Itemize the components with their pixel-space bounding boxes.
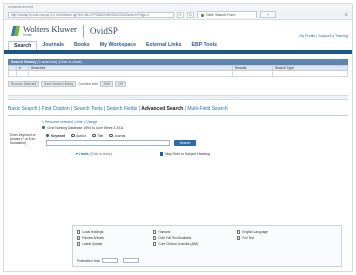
header-divider — [82, 24, 84, 38]
col-searches: Searches — [29, 66, 233, 70]
search-type-options: Keyword Author Title Journal — [46, 133, 196, 138]
search-history-note: (0 searches) (Click to close) — [37, 60, 82, 64]
limits-grid: Local Holdings Humans English Language R… — [77, 230, 289, 246]
brand-sub: Health — [23, 32, 33, 37]
tab-search-fields[interactable]: Search Fields — [107, 106, 138, 112]
publication-year-row: Publication Year - — [77, 258, 139, 263]
section-separator — [8, 95, 348, 100]
limit-full-text[interactable]: Full Text — [237, 236, 289, 240]
limits-panel: Local Holdings Humans English Language R… — [72, 225, 342, 267]
combine-and-button[interactable]: AND — [100, 80, 114, 87]
refresh-icon[interactable]: ↻ — [187, 11, 194, 18]
col-search-type: Search Type — [275, 66, 294, 70]
tab-multi-field-search[interactable]: Multi-Field Search — [187, 106, 227, 112]
limit-local-holdings[interactable]: Local Holdings — [77, 230, 133, 234]
brand: Wolters Kluwer Health — [23, 25, 77, 37]
limit-review-articles[interactable]: Review Articles — [77, 236, 133, 240]
main-nav: Search Journals Books My Workspace Exter… — [4, 41, 352, 54]
tab-find-citation[interactable]: Find Citation — [42, 106, 70, 112]
publication-year-label: Publication Year — [77, 258, 100, 263]
keyword-search-row: Enter keyword or phrase (* or $ for trun… — [10, 133, 352, 146]
tab-label: Ovid: Search Form — [206, 13, 236, 17]
enter-keyword-label: Enter keyword or phrase (* or $ for trun… — [10, 133, 36, 145]
limit-ovid-full-text[interactable]: Ovid Full Text Available — [153, 236, 217, 240]
stop-icon[interactable]: ✕ — [177, 11, 184, 18]
col-results: Results — [233, 66, 273, 70]
combine-label: Combine with: — [78, 81, 99, 86]
limit-latest-update[interactable]: Latest Update — [77, 242, 133, 246]
nav-external-links[interactable]: External Links — [141, 41, 186, 50]
limits-toggle[interactable]: ▾ Limits (Click to close) — [76, 152, 112, 156]
nav-books[interactable]: Books — [69, 41, 95, 50]
option-title[interactable]: Title — [92, 134, 103, 138]
tab-basic-search[interactable]: Basic Search — [8, 106, 37, 112]
search-input[interactable] — [46, 140, 170, 146]
wolters-kluwer-logo-icon — [10, 26, 21, 36]
browser-toolbar: http://ovidsp.tx.ovid.com/sp-3.2.1b/ovid… — [4, 10, 352, 20]
select-all-checkbox[interactable] — [9, 66, 17, 70]
limits-row: ▾ Limits (Click to close) Map Term to Su… — [76, 151, 352, 157]
selected-database[interactable]: Ovid Nursing Database 1994 to June Week … — [42, 125, 352, 130]
option-journal[interactable]: Journal — [109, 134, 125, 138]
database-label: Ovid Nursing Database 1994 to June Week … — [47, 125, 124, 130]
site-header: Wolters Kluwer Health OvidSP My Profile … — [4, 20, 352, 42]
close-window-icon[interactable]: ✕ — [345, 12, 348, 17]
remove-selected-button[interactable]: Remove Selected — [8, 80, 40, 87]
year-to-select[interactable] — [122, 258, 139, 263]
limit-humans[interactable]: Humans — [153, 230, 217, 234]
col-number: # — [17, 66, 29, 70]
nav-ebp-tools[interactable]: EBP Tools — [187, 41, 222, 50]
database-radio-icon[interactable] — [42, 125, 46, 130]
favicon-icon — [201, 13, 204, 17]
search-mode-tabs: Basic Search | Find Citation | Search To… — [8, 106, 228, 112]
limit-core-clinical-journals[interactable]: Core Clinical Journals (AIM) — [153, 242, 217, 246]
map-term-checkbox[interactable]: Map Term to Subject Heading — [159, 152, 210, 156]
nav-journals[interactable]: Journals — [37, 41, 69, 50]
utility-links[interactable]: My Profile | Support & Training — [299, 34, 348, 38]
nav-my-workspace[interactable]: My Workspace — [95, 41, 141, 50]
tab-search-tools[interactable]: Search Tools — [74, 106, 103, 112]
product-name: OvidSP — [89, 26, 118, 36]
window-title: ovidsearch/ovid — [8, 5, 33, 9]
search-button[interactable]: Search — [174, 140, 196, 146]
tab-advanced-search[interactable]: Advanced Search — [141, 106, 183, 112]
nav-search[interactable]: Search — [8, 41, 38, 50]
table-row — [8, 71, 348, 77]
search-history-actions: Remove Selected Save Search History Comb… — [8, 80, 348, 87]
option-author[interactable]: Author — [71, 134, 86, 138]
save-search-history-button[interactable]: Save Search History — [41, 80, 77, 87]
new-tab-button[interactable]: + — [260, 11, 276, 18]
limit-english-language[interactable]: English Language — [237, 230, 289, 234]
address-bar[interactable]: http://ovidsp.tx.ovid.com/sp-3.2.1b/ovid… — [8, 11, 174, 18]
year-from-select[interactable] — [101, 258, 118, 263]
browser-tab[interactable]: Ovid: Search Form — [197, 11, 257, 18]
modes-rule — [8, 115, 348, 116]
search-history-title: Search History — [11, 60, 37, 64]
option-keyword[interactable]: Keyword — [46, 134, 65, 138]
combine-or-button[interactable]: OR — [115, 80, 126, 87]
